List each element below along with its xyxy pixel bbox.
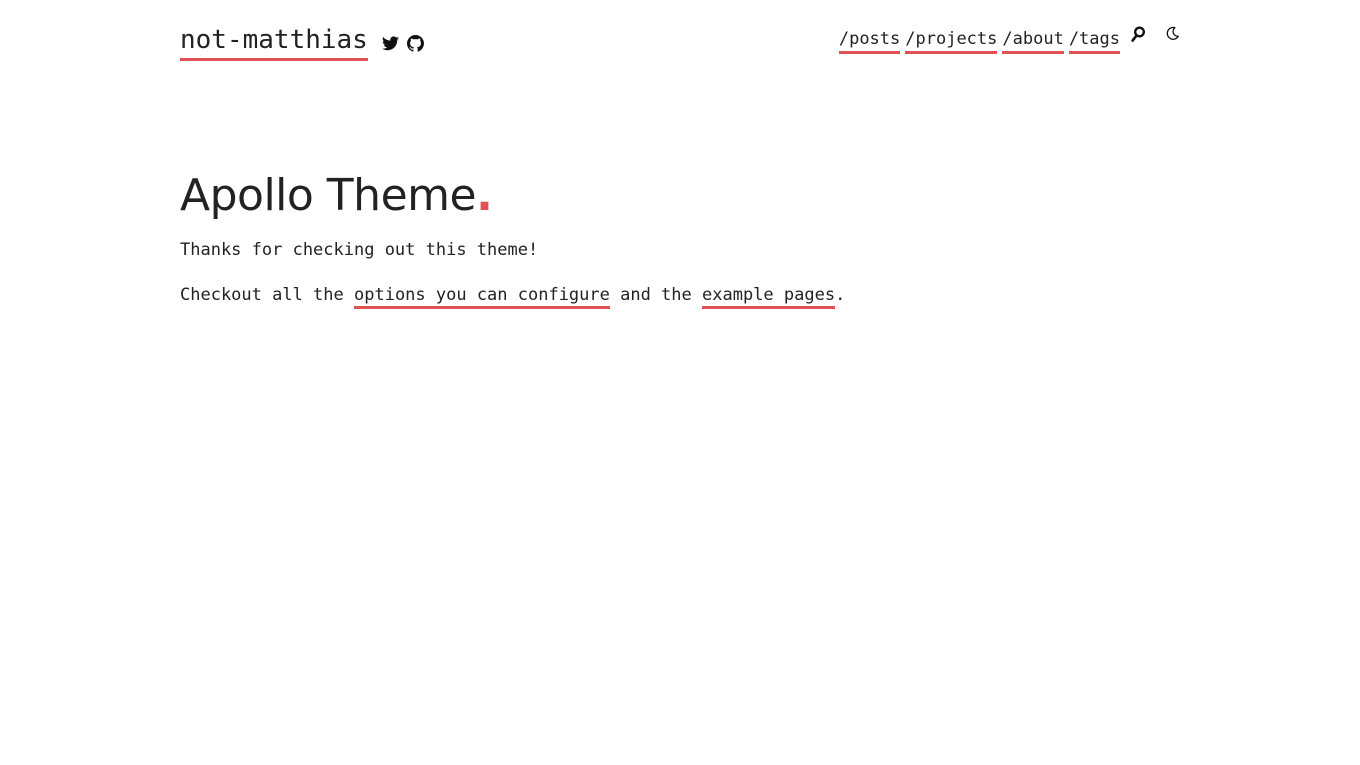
social-links — [381, 35, 424, 52]
nav-posts[interactable]: /posts — [838, 28, 901, 54]
search-icon[interactable] — [1131, 26, 1146, 43]
paragraph-prefix: Checkout all the — [180, 285, 354, 305]
github-icon[interactable] — [406, 35, 424, 52]
options-link[interactable]: options you can configure — [354, 285, 610, 309]
twitter-icon[interactable] — [381, 36, 399, 51]
header: not-matthias /posts /projects /about /ta… — [180, 22, 1180, 62]
page-title-dot: . — [476, 170, 493, 221]
nav-tags[interactable]: /tags — [1068, 28, 1120, 54]
page: not-matthias /posts /projects /about /ta… — [0, 0, 1360, 765]
page-title-text: Apollo Theme — [180, 170, 477, 221]
paragraph-suffix: . — [835, 285, 846, 305]
main-nav: /posts /projects /about /tags — [838, 26, 1180, 54]
moon-icon[interactable] — [1165, 26, 1180, 41]
site-title-link[interactable]: not-matthias — [180, 22, 368, 61]
example-pages-link[interactable]: example pages — [702, 285, 836, 309]
nav-projects[interactable]: /projects — [905, 28, 998, 54]
intro-paragraph: Thanks for checking out this theme! — [180, 240, 539, 260]
paragraph-middle: and the — [609, 285, 702, 305]
nav-about[interactable]: /about — [1002, 28, 1064, 54]
brand: not-matthias — [180, 22, 424, 61]
main-content: Apollo Theme. Thanks for checking out th… — [180, 168, 1180, 309]
page-title: Apollo Theme. — [180, 168, 1180, 224]
configure-paragraph: Checkout all the options you can configu… — [180, 283, 1180, 309]
